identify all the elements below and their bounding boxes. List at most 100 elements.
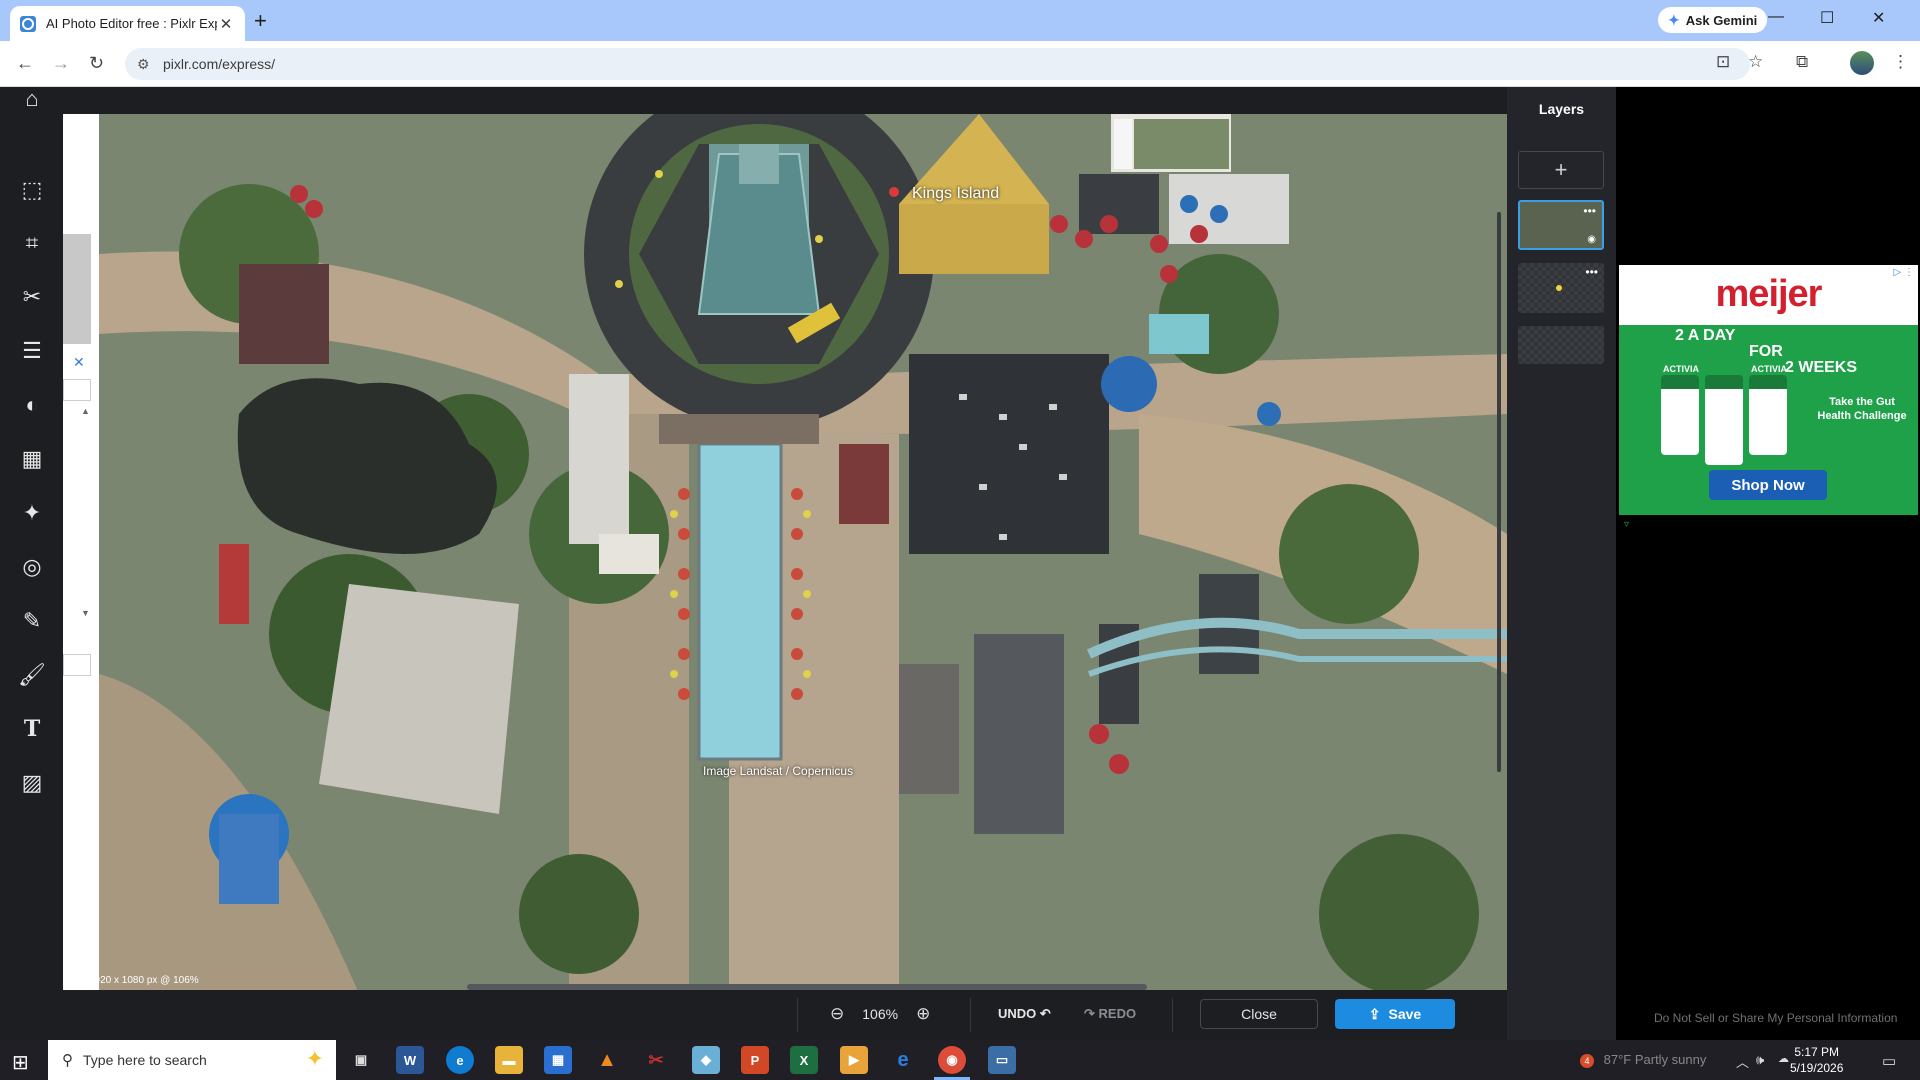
- adchoices-icon[interactable]: ▷ ⋮: [1894, 267, 1914, 278]
- word-app-icon[interactable]: W: [396, 1046, 424, 1074]
- new-tab-button[interactable]: +: [254, 8, 267, 34]
- do-not-sell-link[interactable]: Do Not Sell or Share My Personal Informa…: [1654, 1011, 1897, 1025]
- forward-arrow-icon[interactable]: →: [52, 53, 70, 74]
- panel-close-icon[interactable]: ✕: [73, 354, 85, 371]
- browser-toolbar: ← → ↻ ⚙ pixlr.com/express/ ⊡ ☆ ⧉ ⋮: [0, 41, 1920, 87]
- ask-gemini-button[interactable]: ✦ Ask Gemini: [1658, 7, 1768, 33]
- vlc-app-icon[interactable]: ▲: [593, 1046, 621, 1074]
- effect-tool-icon[interactable]: ▦: [12, 439, 52, 479]
- undo-button[interactable]: UNDO ↶: [998, 1006, 1051, 1022]
- maximize-button[interactable]: ☐: [1820, 8, 1834, 28]
- draw-tool-icon[interactable]: 🖌: [12, 655, 52, 695]
- clock-date: 5/19/2026: [1790, 1061, 1844, 1075]
- expand-panel-chevron-icon[interactable]: ›: [1501, 527, 1505, 541]
- ai-tool-icon[interactable]: ✦: [12, 493, 52, 533]
- zoom-value[interactable]: 106%: [862, 1006, 898, 1022]
- layer-item-empty[interactable]: [1518, 326, 1604, 364]
- scroll-down-arrow-icon[interactable]: ▼: [81, 608, 90, 618]
- zoom-controls: ⊖ 106% ⊕: [830, 1004, 930, 1024]
- excel-app-icon[interactable]: X: [790, 1046, 818, 1074]
- profile-avatar[interactable]: [1850, 51, 1874, 75]
- zoom-in-icon[interactable]: ⊕: [916, 1004, 930, 1024]
- cup-brand-label: ACTIVIA: [1751, 364, 1787, 374]
- speaker-icon[interactable]: 🕪: [1756, 1052, 1764, 1068]
- pattern-tool-icon[interactable]: ▨: [12, 763, 52, 803]
- browser-tab-pixlr[interactable]: AI Photo Editor free : Pixlr Expre ✕: [10, 6, 245, 41]
- redo-label: REDO: [1098, 1006, 1137, 1021]
- liquify-tool-icon[interactable]: ◎: [12, 547, 52, 587]
- layer-options-icon[interactable]: •••: [1585, 265, 1598, 279]
- back-arrow-icon[interactable]: ←: [16, 53, 34, 74]
- redo-button[interactable]: ↷ REDO: [1084, 1006, 1136, 1022]
- close-button[interactable]: Close: [1200, 999, 1318, 1029]
- home-icon[interactable]: ⌂: [12, 79, 52, 119]
- zoom-out-icon[interactable]: ⊖: [830, 1004, 844, 1024]
- map-place-label: Kings Island: [912, 185, 1000, 202]
- satellite-image[interactable]: Kings Island Image Landsat / Copernicus: [99, 114, 1507, 990]
- canvas-vertical-scrollbar[interactable]: [1497, 212, 1501, 772]
- arrange-tool-icon[interactable]: ⬚: [12, 170, 52, 210]
- media-app-icon[interactable]: ▶: [840, 1046, 868, 1074]
- tab-search-icon[interactable]: ⧉: [1796, 52, 1808, 72]
- bookmark-star-icon[interactable]: ☆: [1748, 52, 1763, 72]
- panel-field[interactable]: [63, 379, 91, 401]
- save-button[interactable]: ⇪ Save: [1335, 999, 1455, 1029]
- minimize-button[interactable]: —: [1768, 8, 1784, 26]
- window-close-button[interactable]: ✕: [1872, 8, 1885, 28]
- remote-desktop-icon[interactable]: ▭: [988, 1046, 1016, 1074]
- layer-item-image[interactable]: ••• ◉: [1518, 200, 1604, 250]
- windows-taskbar: ⊞ ⚲ Type here to search ✦ ▣ W e ▬ ▦ ▲ ✂ …: [0, 1040, 1920, 1080]
- canvas-area[interactable]: ✕ ▲ ▼ Kings Island Image Landsat / Coper…: [63, 114, 1507, 990]
- chrome-app-icon[interactable]: ◉: [938, 1046, 966, 1074]
- site-info-icon[interactable]: ⚙: [137, 56, 153, 73]
- ad-info-icon[interactable]: ▿: [1624, 519, 1629, 530]
- map-attribution: Image Landsat / Copernicus: [703, 764, 854, 778]
- store-app-icon[interactable]: ▦: [544, 1046, 572, 1074]
- ad-header: meijer ▷ ⋮: [1619, 265, 1918, 325]
- windows-start-icon[interactable]: ⊞: [12, 1050, 29, 1075]
- system-clock[interactable]: 5:17 PM 5/19/2026: [1790, 1044, 1843, 1076]
- powerpoint-app-icon[interactable]: P: [741, 1046, 769, 1074]
- panel-scrollbar[interactable]: [63, 234, 91, 344]
- gemini-spark-icon: ✦: [1668, 11, 1680, 28]
- ad-headline-2: FOR: [1749, 343, 1783, 360]
- panel-field[interactable]: [63, 654, 91, 676]
- install-app-icon[interactable]: ⊡: [1716, 52, 1730, 72]
- yogurt-cup: [1749, 375, 1787, 455]
- adjust-tool-icon[interactable]: ☰: [12, 331, 52, 371]
- cutout-tool-icon[interactable]: ✂: [12, 277, 52, 317]
- filter-tool-icon[interactable]: ◐: [12, 385, 52, 425]
- crop-tool-icon[interactable]: ⌗: [12, 223, 52, 263]
- ie-app-icon[interactable]: e: [889, 1046, 917, 1074]
- clock-time: 5:17 PM: [1794, 1045, 1840, 1059]
- retouch-tool-icon[interactable]: ✎: [12, 601, 52, 641]
- tab-title: AI Photo Editor free : Pixlr Expre: [46, 16, 217, 31]
- layer-item-dot[interactable]: •••: [1518, 263, 1604, 313]
- shop-now-button[interactable]: Shop Now: [1709, 470, 1827, 500]
- show-hidden-icons-chevron[interactable]: ︿: [1736, 1052, 1749, 1071]
- snip-tool-icon[interactable]: ✂: [642, 1046, 670, 1074]
- ad-challenge-text: Take the Gut Health Challenge: [1817, 396, 1907, 422]
- meijer-ad[interactable]: meijer ▷ ⋮ 2 A DAY FOR 2 WEEKS ACTIVIA A…: [1619, 265, 1918, 515]
- layer-visibility-eye-icon[interactable]: ◉: [1587, 234, 1596, 245]
- tool-rail: ⌂ ⬚ ⌗ ✂ ☰ ◐ ▦ ✦ ◎ ✎ 🖌 T ▨: [0, 86, 64, 1040]
- address-bar[interactable]: ⚙ pixlr.com/express/: [125, 48, 1750, 80]
- add-layer-button[interactable]: +: [1518, 151, 1604, 189]
- url-text: pixlr.com/express/: [163, 56, 276, 72]
- satellite-image-drawing: [99, 114, 1507, 990]
- taskbar-search-box[interactable]: ⚲ Type here to search ✦: [48, 1040, 336, 1080]
- reload-icon[interactable]: ↻: [89, 53, 104, 74]
- scroll-up-arrow-icon[interactable]: ▲: [81, 406, 90, 416]
- onedrive-cloud-icon[interactable]: ☁: [1778, 1052, 1789, 1065]
- browser-menu-icon[interactable]: ⋮: [1892, 52, 1909, 72]
- text-tool-icon[interactable]: T: [12, 709, 52, 749]
- notes-app-icon[interactable]: ◆: [692, 1046, 720, 1074]
- weather-widget[interactable]: 4 87°F Partly sunny: [1580, 1052, 1706, 1068]
- file-explorer-icon[interactable]: ▬: [495, 1046, 523, 1074]
- task-view-icon[interactable]: ▣: [347, 1046, 375, 1074]
- notifications-icon[interactable]: ▭: [1882, 1052, 1896, 1070]
- edge-app-icon[interactable]: e: [446, 1046, 474, 1074]
- image-size-info: 1920 x 1080 px @ 106%: [89, 975, 199, 986]
- tab-close-icon[interactable]: ✕: [217, 15, 235, 33]
- layer-options-icon[interactable]: •••: [1583, 204, 1596, 218]
